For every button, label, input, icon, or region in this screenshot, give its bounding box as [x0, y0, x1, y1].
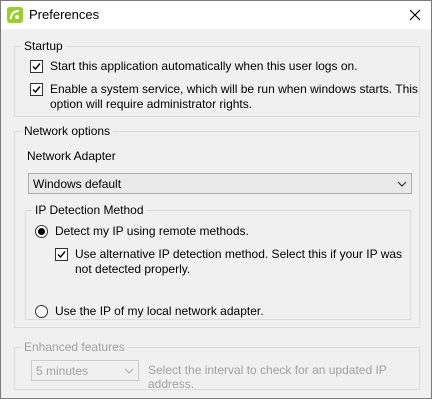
chevron-down-icon	[393, 181, 411, 187]
local-adapter-radio[interactable]	[35, 305, 48, 318]
chevron-down-icon	[120, 368, 138, 374]
network-adapter-label: Network Adapter	[27, 149, 116, 163]
title-bar: Preferences	[1, 1, 431, 29]
auto-start-option[interactable]: Start this application automatically whe…	[30, 59, 358, 74]
system-service-label: Enable a system service, which will be r…	[50, 82, 418, 112]
alternative-detection-label-line1: Use alternative IP detection method. Sel…	[75, 247, 403, 261]
network-adapter-value: Windows default	[33, 176, 122, 191]
detect-remote-radio[interactable]	[35, 225, 48, 238]
network-options-legend: Network options	[21, 124, 114, 138]
system-service-label-line1: Enable a system service, which will be r…	[50, 82, 418, 96]
network-options-group: Network options Network Adapter Windows …	[14, 124, 420, 328]
alternative-detection-option[interactable]: Use alternative IP detection method. Sel…	[55, 247, 402, 277]
enhanced-features-legend: Enhanced features	[21, 340, 128, 354]
startup-group: Startup Start this application automatic…	[14, 39, 420, 117]
ip-detection-group: IP Detection Method Detect my IP using r…	[25, 203, 411, 320]
interval-select[interactable]: 5 minutes	[31, 360, 139, 381]
detect-remote-option[interactable]: Detect my IP using remote methods.	[35, 224, 249, 239]
enhanced-features-group: Enhanced features 5 minutes Select the i…	[14, 340, 420, 391]
app-icon	[7, 7, 23, 23]
preferences-window: Preferences Startup Start this applicati…	[0, 0, 432, 399]
auto-start-label: Start this application automatically whe…	[50, 59, 358, 73]
network-adapter-select[interactable]: Windows default	[28, 173, 412, 194]
interval-hint: Select the interval to check for an upda…	[148, 363, 387, 391]
checkmark-icon	[32, 86, 41, 94]
checkmark-icon	[32, 63, 41, 71]
system-service-checkbox[interactable]	[30, 83, 43, 96]
system-service-label-line2: option will require administrator rights…	[50, 97, 253, 111]
startup-legend: Startup	[21, 39, 66, 53]
checkmark-icon	[57, 251, 66, 259]
close-icon	[409, 9, 421, 21]
alternative-detection-label-line2: not detected properly.	[75, 262, 191, 276]
local-adapter-label: Use the IP of my local network adapter.	[55, 304, 264, 318]
auto-start-checkbox[interactable]	[30, 60, 43, 73]
radio-selected-dot	[38, 228, 45, 235]
alternative-detection-label: Use alternative IP detection method. Sel…	[75, 247, 402, 277]
detect-remote-label: Detect my IP using remote methods.	[55, 224, 249, 238]
local-adapter-option[interactable]: Use the IP of my local network adapter.	[35, 304, 264, 319]
interval-value: 5 minutes	[36, 363, 89, 378]
close-button[interactable]	[399, 1, 431, 29]
window-title: Preferences	[29, 7, 100, 22]
alternative-detection-checkbox[interactable]	[55, 248, 68, 261]
ip-detection-legend: IP Detection Method	[32, 203, 147, 217]
system-service-option[interactable]: Enable a system service, which will be r…	[30, 82, 418, 112]
